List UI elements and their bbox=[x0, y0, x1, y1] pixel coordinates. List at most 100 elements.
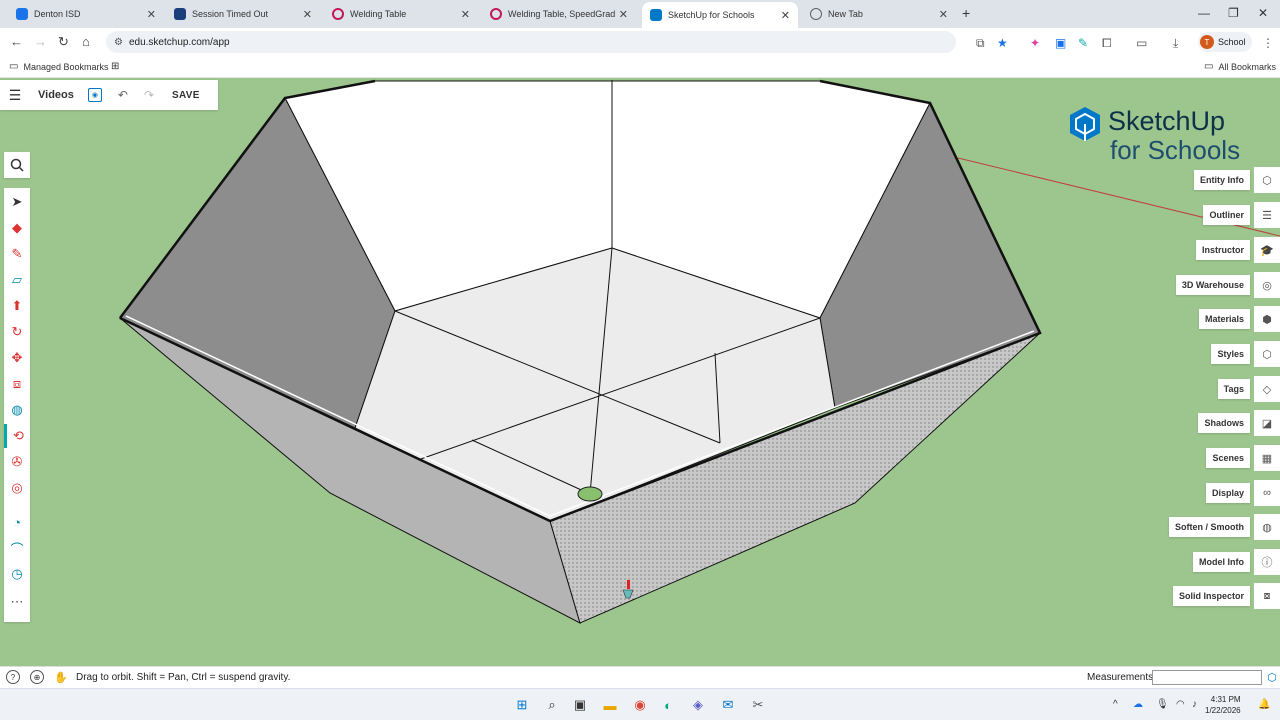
snipping-tool-icon[interactable]: ✂ bbox=[750, 697, 766, 713]
install-app-icon[interactable]: ⧉ bbox=[976, 36, 985, 51]
tab-label: Welding Table, SpeedGrader, 5 bbox=[508, 9, 615, 19]
extensions-puzzle-icon[interactable]: ⧠ bbox=[1102, 36, 1112, 51]
tab-speedgrader[interactable]: Welding Table, SpeedGrader, 5 ✕ bbox=[482, 2, 636, 26]
model-status-icon[interactable]: ◉ bbox=[87, 88, 102, 102]
help-icon[interactable]: ? bbox=[6, 670, 20, 684]
tac-favicon-icon bbox=[174, 8, 186, 20]
panel-label: Outliner bbox=[1203, 205, 1250, 225]
forward-arrow-icon[interactable]: → bbox=[34, 34, 47, 49]
panel-tags[interactable]: Tags ◇ bbox=[1217, 376, 1280, 402]
panel-shadows[interactable]: Shadows ◪ bbox=[1198, 410, 1280, 436]
walk-tool-icon[interactable]: ✇ bbox=[4, 450, 30, 474]
close-icon[interactable]: ✕ bbox=[619, 8, 628, 21]
panel-3d-warehouse[interactable]: 3D Warehouse ◎ bbox=[1175, 272, 1280, 298]
rotate-tool-icon[interactable]: ↻ bbox=[4, 320, 30, 344]
extension-icon[interactable]: ▣ bbox=[1055, 36, 1066, 50]
microphone-icon[interactable]: 🎙 bbox=[1156, 699, 1169, 710]
tab-sketchup[interactable]: SketchUp for Schools ✕ bbox=[642, 2, 798, 28]
new-tab-plus-icon[interactable]: + bbox=[962, 5, 970, 21]
tape-measure-icon[interactable]: ◔ bbox=[4, 510, 30, 534]
chrome-icon[interactable]: ◉ bbox=[632, 697, 648, 713]
position-camera-icon[interactable]: ◎ bbox=[4, 476, 30, 500]
managed-bookmarks-folder[interactable]: ▭ Managed Bookmarks bbox=[9, 61, 109, 72]
task-view-icon[interactable]: ▣ bbox=[572, 697, 588, 713]
download-icon[interactable]: ⤓ bbox=[1173, 36, 1178, 51]
windows-start-icon[interactable]: ⊞ bbox=[514, 697, 530, 713]
notification-bell-icon[interactable]: 🔔 bbox=[1258, 699, 1270, 710]
teams-icon[interactable]: ◈ bbox=[690, 697, 706, 713]
tool-palette: ➤ ◆ ✎ ▱ ⬆ ↻ ✥ ⧈ ◍ ⟲ ✇ ◎ ◔ ⌒ ◷ ⋯ bbox=[4, 188, 30, 622]
panel-soften-smooth[interactable]: Soften / Smooth ◍ bbox=[1169, 514, 1280, 540]
kebab-menu-icon[interactable]: ⋮ bbox=[1262, 36, 1274, 50]
restore-icon[interactable]: ❐ bbox=[1228, 6, 1239, 20]
close-icon[interactable]: ✕ bbox=[781, 9, 790, 22]
panel-instructor[interactable]: Instructor 🎓 bbox=[1195, 237, 1280, 263]
tab-denton-isd[interactable]: Denton ISD ✕ bbox=[8, 2, 164, 26]
sketchup-favicon-icon bbox=[650, 9, 662, 21]
tab-session-timed-out[interactable]: Session Timed Out ✕ bbox=[166, 2, 320, 26]
close-icon[interactable]: ✕ bbox=[461, 8, 470, 21]
modeling-viewport[interactable] bbox=[0, 78, 1280, 666]
back-arrow-icon[interactable]: ← bbox=[10, 34, 23, 49]
tray-chevron-icon[interactable]: ^ bbox=[1113, 699, 1118, 710]
panel-solid-inspector[interactable]: Solid Inspector ⧇ bbox=[1172, 583, 1280, 609]
url-input[interactable]: ⚙ edu.sketchup.com/app bbox=[106, 31, 956, 53]
panel-styles[interactable]: Styles ⬡ bbox=[1211, 341, 1280, 367]
outlook-icon[interactable]: ✉ bbox=[720, 697, 736, 713]
bookmark-star-icon[interactable]: ★ bbox=[997, 36, 1008, 50]
paint-bucket-tool-icon[interactable]: ◍ bbox=[4, 398, 30, 422]
tab-label: New Tab bbox=[828, 9, 863, 19]
profile-button[interactable]: T School bbox=[1198, 32, 1252, 52]
address-bar-row: ← → ↻ ⌂ ⚙ edu.sketchup.com/app ⧉ ★ ✦ ▣ ✎… bbox=[0, 28, 1280, 56]
volume-icon[interactable]: ♪ bbox=[1192, 699, 1197, 710]
panel-outliner[interactable]: Outliner ☰ bbox=[1203, 202, 1280, 228]
system-clock[interactable]: 4:31 PM 1/22/2026 bbox=[1205, 694, 1241, 716]
select-tool-icon[interactable]: ➤ bbox=[4, 190, 30, 214]
wifi-icon[interactable]: ◠ bbox=[1176, 699, 1185, 710]
move-tool-icon[interactable]: ✥ bbox=[4, 346, 30, 370]
close-icon[interactable]: ✕ bbox=[303, 8, 312, 21]
window-close-icon[interactable]: ✕ bbox=[1258, 6, 1268, 20]
close-icon[interactable]: ✕ bbox=[147, 8, 156, 21]
push-pull-tool-icon[interactable]: ⬆ bbox=[4, 294, 30, 318]
folder-icon: ▭ bbox=[9, 61, 19, 72]
search-icon[interactable]: ⌕ bbox=[544, 697, 560, 713]
save-button[interactable]: SAVE bbox=[172, 90, 200, 101]
panel-entity-info[interactable]: Entity Info ⬡ bbox=[1194, 167, 1280, 193]
panel-materials[interactable]: Materials ⬢ bbox=[1198, 306, 1280, 332]
tab-welding-table[interactable]: Welding Table ✕ bbox=[324, 2, 478, 26]
close-icon[interactable]: ✕ bbox=[939, 8, 948, 21]
panel-display[interactable]: Display ∞ bbox=[1205, 480, 1280, 506]
minimize-icon[interactable]: — bbox=[1198, 6, 1210, 20]
all-bookmarks-folder[interactable]: ▭ All Bookmarks bbox=[1204, 61, 1276, 72]
scale-tool-icon[interactable]: ⧈ bbox=[4, 372, 30, 396]
search-button[interactable] bbox=[4, 152, 30, 178]
extension-icon[interactable]: ✎ bbox=[1078, 36, 1088, 50]
reload-icon[interactable]: ↻ bbox=[58, 34, 69, 50]
home-icon[interactable]: ⌂ bbox=[82, 34, 90, 49]
project-name[interactable]: Videos bbox=[38, 89, 74, 101]
panel-scenes[interactable]: Scenes ▦ bbox=[1206, 445, 1280, 471]
arc-tool-icon[interactable]: ⌒ bbox=[4, 536, 30, 560]
site-info-icon[interactable]: ⚙ bbox=[114, 37, 123, 48]
protractor-icon[interactable]: ◷ bbox=[4, 562, 30, 586]
rectangle-tool-icon[interactable]: ▱ bbox=[4, 268, 30, 292]
tab-new-tab[interactable]: New Tab ✕ bbox=[802, 2, 956, 26]
more-tools-icon[interactable]: ⋯ bbox=[4, 590, 30, 614]
extension-icon[interactable]: ✦ bbox=[1030, 36, 1040, 50]
apps-grid-button[interactable]: ⊞ bbox=[111, 61, 124, 72]
measurements-input[interactable] bbox=[1152, 670, 1262, 685]
redo-icon[interactable]: ↷ bbox=[144, 88, 154, 102]
pencil-tool-icon[interactable]: ✎ bbox=[4, 242, 30, 266]
hamburger-menu-icon[interactable]: ☰ bbox=[0, 87, 30, 104]
undo-icon[interactable]: ↶ bbox=[118, 88, 128, 102]
globe-icon[interactable]: ⊕ bbox=[30, 670, 44, 684]
side-panel-icon[interactable]: ▭ bbox=[1136, 36, 1147, 50]
eraser-tool-icon[interactable]: ◆ bbox=[4, 216, 30, 240]
file-explorer-icon[interactable]: ▬ bbox=[602, 697, 618, 713]
orbit-tool-icon[interactable]: ⟲ bbox=[4, 424, 30, 448]
onedrive-icon[interactable]: ☁ bbox=[1133, 699, 1143, 710]
tab-label: Denton ISD bbox=[34, 9, 81, 19]
edge-icon[interactable]: ◐ bbox=[660, 697, 676, 713]
panel-model-info[interactable]: Model Info ⓘ bbox=[1193, 549, 1280, 575]
